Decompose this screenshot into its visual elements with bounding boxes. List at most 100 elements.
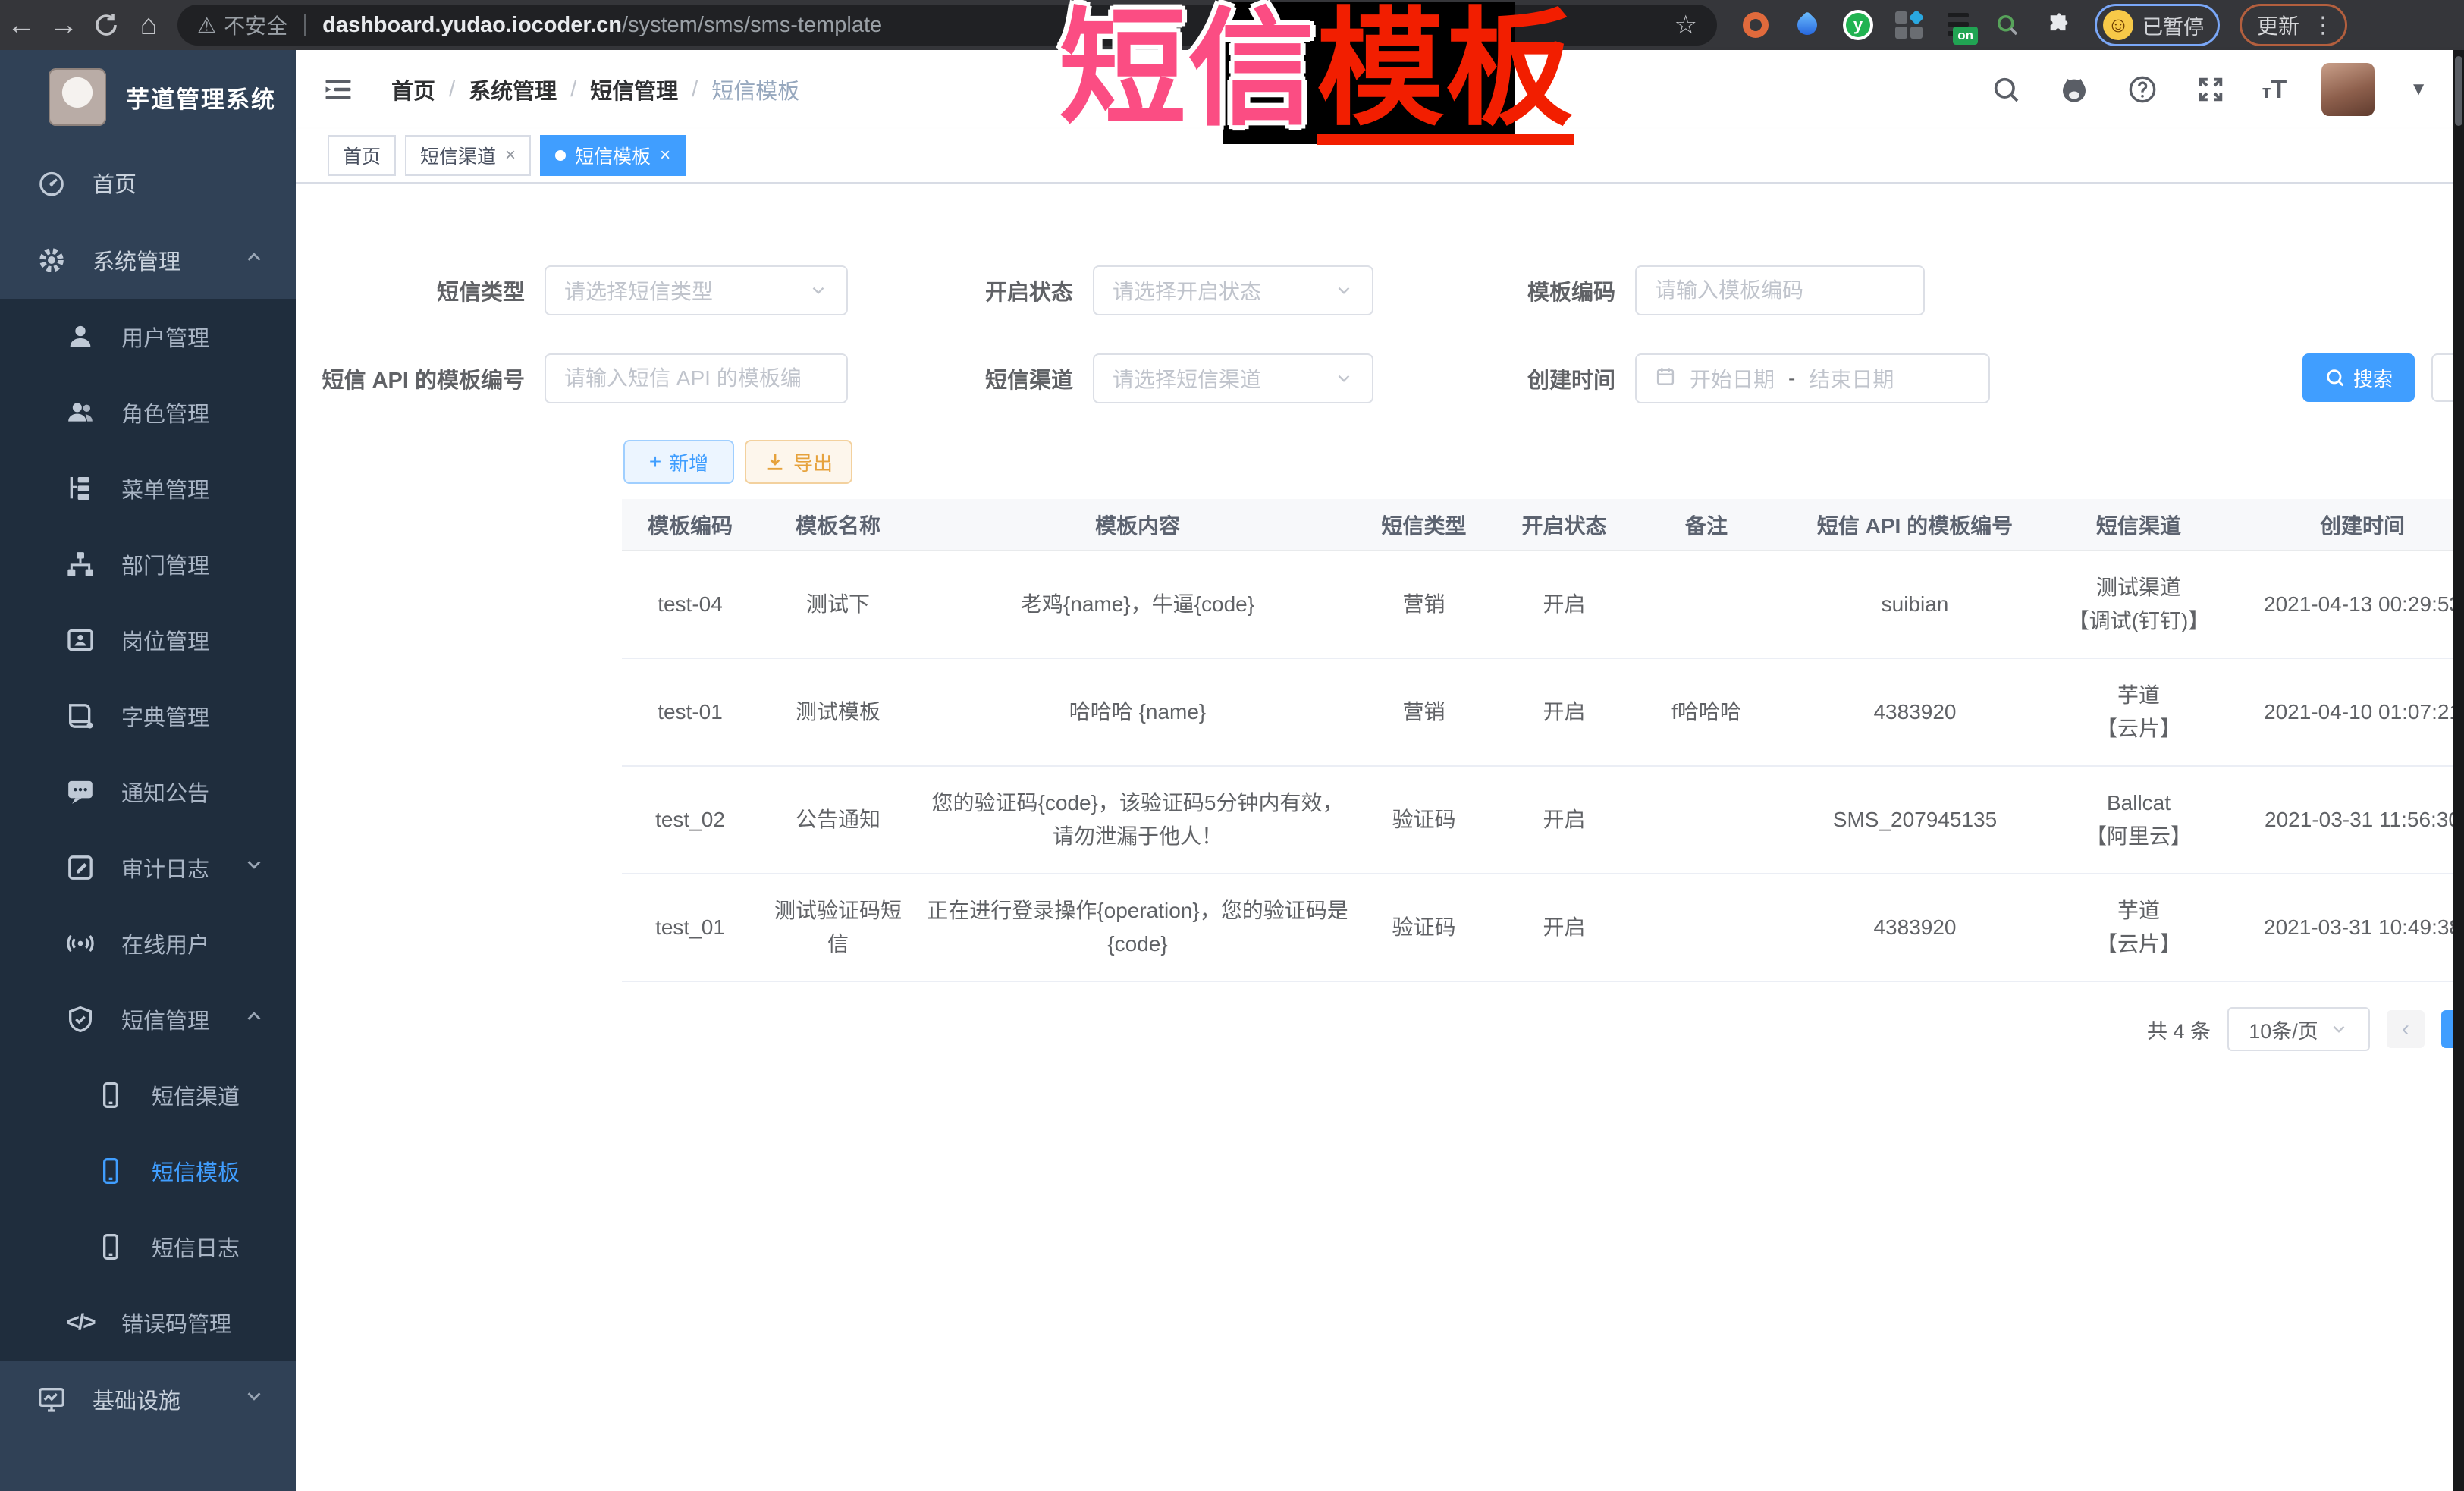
sidebar-item-system-management[interactable]: 系统管理 bbox=[0, 221, 296, 299]
sidebar-label: 菜单管理 bbox=[121, 472, 209, 504]
browser-update-chip[interactable]: 更新 ⋮ bbox=[2240, 4, 2347, 46]
status-select[interactable]: 请选择开启状态 bbox=[1093, 265, 1373, 315]
sidebar-item-dept-management[interactable]: 部门管理 bbox=[0, 526, 296, 602]
breadcrumb-system[interactable]: 系统管理 bbox=[469, 74, 557, 105]
search-button-label: 搜索 bbox=[2353, 364, 2393, 392]
sidebar-item-online-users[interactable]: 在线用户 bbox=[0, 906, 296, 981]
cell-created: 2021-04-13 00:29:53 bbox=[2222, 551, 2464, 658]
cell-remark bbox=[1638, 874, 1775, 981]
sidebar-item-error-code[interactable]: </> 错误码管理 bbox=[0, 1285, 296, 1361]
sidebar-item-dict-management[interactable]: 字典管理 bbox=[0, 678, 296, 754]
chevron-down-icon bbox=[243, 1385, 265, 1414]
menu-tree-icon bbox=[64, 472, 97, 505]
close-icon[interactable]: × bbox=[505, 145, 516, 166]
sidebar-item-menu-management[interactable]: 菜单管理 bbox=[0, 450, 296, 526]
github-icon[interactable] bbox=[2058, 73, 2091, 106]
pagination-total: 共 4 条 bbox=[2147, 1015, 2211, 1044]
address-bar[interactable]: ⚠ 不安全 dashboard.yudao.iocoder.cn/system/… bbox=[177, 5, 1717, 46]
table-row: test-01 测试模板 哈哈哈 {name} 营销 开启 f哈哈哈 43839… bbox=[622, 658, 2464, 766]
date-range-picker[interactable]: 开始日期 - 结束日期 bbox=[1635, 353, 1990, 403]
tag-sms-template[interactable]: 短信模板 × bbox=[540, 135, 686, 176]
cell-code: test-04 bbox=[622, 551, 758, 658]
extension-grid-icon[interactable] bbox=[1893, 9, 1925, 41]
page-size-value: 10条/页 bbox=[2249, 1015, 2318, 1044]
sidebar-item-sms-log[interactable]: 短信日志 bbox=[0, 1209, 296, 1285]
tag-home[interactable]: 首页 bbox=[328, 135, 396, 176]
sidebar-item-sms-channel[interactable]: 短信渠道 bbox=[0, 1057, 296, 1133]
back-icon[interactable]: ← bbox=[0, 4, 42, 46]
col-remark: 备注 bbox=[1638, 499, 1775, 551]
help-icon[interactable] bbox=[2126, 73, 2159, 106]
table-header-row: 模板编码 模板名称 模板内容 短信类型 开启状态 备注 短信 API 的模板编号… bbox=[622, 499, 2464, 551]
font-size-icon[interactable]: тT bbox=[2262, 75, 2287, 105]
sidebar-label: 短信渠道 bbox=[152, 1079, 240, 1111]
browser-profile-chip[interactable]: ☺ 已暂停 bbox=[2095, 4, 2220, 46]
browser-menu-icon[interactable]: ⋮ bbox=[2312, 12, 2334, 39]
cell-status: 开启 bbox=[1490, 551, 1638, 658]
cell-api-id: suibian bbox=[1775, 551, 2055, 658]
user-icon bbox=[64, 320, 97, 353]
security-warning[interactable]: ⚠ 不安全 bbox=[197, 10, 287, 40]
navbar-actions: тT ▼ bbox=[1989, 63, 2464, 116]
scrollbar-thumb[interactable] bbox=[2455, 56, 2462, 126]
bookmark-star-icon[interactable]: ☆ bbox=[1675, 10, 1697, 40]
sidebar-item-role-management[interactable]: 角色管理 bbox=[0, 375, 296, 450]
sms-template-table: 模板编码 模板名称 模板内容 短信类型 开启状态 备注 短信 API 的模板编号… bbox=[622, 499, 2464, 982]
forward-icon[interactable]: → bbox=[42, 4, 85, 46]
pagination: 共 4 条 10条/页 ‹ 1 › 前往 页 bbox=[622, 1007, 2464, 1051]
sidebar-item-audit-log[interactable]: 审计日志 bbox=[0, 830, 296, 906]
cell-channel: Ballcat【阿里云】 bbox=[2055, 766, 2222, 874]
sidebar-item-infrastructure[interactable]: 基础设施 bbox=[0, 1361, 296, 1438]
search-button[interactable]: 搜索 bbox=[2302, 353, 2415, 402]
search-icon[interactable] bbox=[1989, 73, 2023, 106]
page-size-select[interactable]: 10条/页 bbox=[2227, 1007, 2370, 1051]
sidebar-label: 短信日志 bbox=[152, 1231, 240, 1263]
filter-template-code: 模板编码 bbox=[1441, 265, 1925, 315]
extension-magnifier-icon[interactable] bbox=[1992, 9, 2023, 41]
chevron-down-icon bbox=[243, 853, 265, 882]
template-code-input[interactable] bbox=[1655, 278, 1905, 303]
cell-api-id: 4383920 bbox=[1775, 874, 2055, 981]
close-icon[interactable]: × bbox=[660, 145, 670, 166]
col-template-content: 模板内容 bbox=[918, 499, 1358, 551]
fullscreen-icon[interactable] bbox=[2194, 73, 2227, 106]
export-button[interactable]: 导出 bbox=[745, 440, 852, 484]
home-icon[interactable]: ⌂ bbox=[127, 4, 170, 46]
prev-page-button[interactable]: ‹ bbox=[2387, 1010, 2425, 1048]
app-navbar: 首页 / 系统管理 / 短信管理 / 短信模板 bbox=[296, 50, 2464, 129]
cell-created: 2021-04-10 01:07:21 bbox=[2222, 658, 2464, 766]
channel-select[interactable]: 请选择短信渠道 bbox=[1093, 353, 1373, 403]
extensions-puzzle-icon[interactable] bbox=[2043, 9, 2075, 41]
extension-ring-icon[interactable] bbox=[1740, 9, 1772, 41]
filter-label: 短信 API 的模板编号 bbox=[319, 363, 525, 394]
api-template-id-input[interactable] bbox=[564, 366, 828, 391]
avatar-caret-icon[interactable]: ▼ bbox=[2409, 79, 2428, 100]
update-label: 更新 bbox=[2257, 10, 2299, 40]
page-scrollbar[interactable] bbox=[2453, 50, 2464, 1491]
sidebar-item-sms-template[interactable]: 短信模板 bbox=[0, 1133, 296, 1209]
breadcrumb-sms[interactable]: 短信管理 bbox=[590, 74, 678, 105]
sidebar-item-sms-management[interactable]: 短信管理 bbox=[0, 981, 296, 1057]
sidebar-toggle-icon[interactable] bbox=[322, 73, 355, 106]
page-url[interactable]: dashboard.yudao.iocoder.cn/system/sms/sm… bbox=[322, 13, 882, 38]
sidebar-item-notice[interactable]: 通知公告 bbox=[0, 754, 296, 830]
extension-list-icon[interactable]: on bbox=[1945, 11, 1972, 39]
app-logo-row[interactable]: 芋道管理系统 bbox=[0, 50, 296, 144]
date-separator: - bbox=[1788, 366, 1795, 391]
sms-type-select[interactable]: 请选择短信类型 bbox=[545, 265, 848, 315]
badge-icon bbox=[64, 623, 97, 657]
sidebar-item-home[interactable]: 首页 bbox=[0, 144, 296, 221]
add-button[interactable]: + 新增 bbox=[623, 440, 734, 484]
user-avatar[interactable] bbox=[2321, 63, 2375, 116]
filter-sms-type: 短信类型 请选择短信类型 bbox=[319, 265, 848, 315]
extension-y-icon[interactable]: y bbox=[1843, 10, 1873, 40]
tag-sms-channel[interactable]: 短信渠道 × bbox=[405, 135, 531, 176]
sidebar-item-user-management[interactable]: 用户管理 bbox=[0, 299, 296, 375]
sidebar-label: 用户管理 bbox=[121, 321, 209, 353]
sidebar-item-post-management[interactable]: 岗位管理 bbox=[0, 602, 296, 678]
breadcrumb-home[interactable]: 首页 bbox=[391, 74, 435, 105]
extension-drop-icon[interactable] bbox=[1791, 9, 1823, 41]
reload-icon[interactable] bbox=[85, 4, 127, 46]
cell-content: 您的验证码{code}，该验证码5分钟内有效，请勿泄漏于他人！ bbox=[918, 766, 1358, 874]
org-chart-icon bbox=[64, 548, 97, 581]
